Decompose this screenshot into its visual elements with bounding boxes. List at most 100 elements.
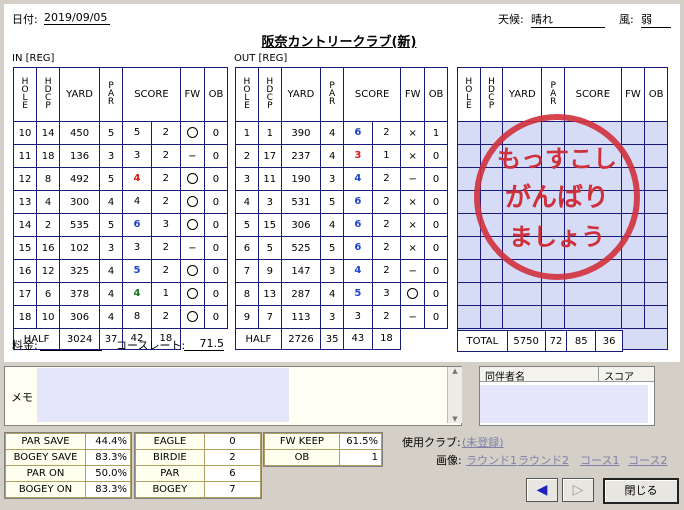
score-cell[interactable]: 42 [122, 167, 181, 191]
hole-par: 5 [320, 190, 345, 214]
score-cell[interactable]: 62 [343, 213, 402, 237]
companion-score-header[interactable]: スコア [604, 368, 634, 383]
hole-number: 12 [12, 167, 38, 191]
hole-row[interactable]: 13 4 300 4 4 2 0 [12, 190, 229, 214]
next-button[interactable]: ▷ [562, 478, 594, 502]
hole-row[interactable]: 11 18 136 3 3 2−0 [12, 144, 229, 168]
empty-cell [644, 121, 668, 145]
score-cell[interactable]: 41 [122, 282, 181, 306]
hole-yard: 525 [280, 236, 322, 260]
prev-button[interactable]: ◀ [526, 478, 558, 502]
stat-label: PAR ON [5, 465, 86, 482]
stat-label: BOGEY SAVE [5, 449, 86, 466]
score-cell[interactable]: 42 [122, 190, 181, 214]
companion-list[interactable]: 同伴者名 スコア [479, 366, 655, 426]
out-score-table: HOLE HDCP YARD PAR SCORE FW OB 1 1 390 4 6 2 ×… [235, 67, 448, 350]
hole-par: 4 [99, 190, 124, 214]
memo-scrollbar[interactable]: ▲ ▼ [447, 367, 462, 423]
score-cell[interactable]: 62 [343, 236, 402, 260]
circle-icon [186, 196, 198, 208]
col-fw: FW [400, 67, 426, 122]
fairway-mark [179, 190, 205, 214]
hole-row[interactable]: 4 3 531 5 6 2 × 0 [235, 190, 448, 214]
hole-putts: 2 [162, 311, 170, 322]
total-table: TOTAL 5750 72 85 36 [457, 330, 623, 352]
hole-row[interactable]: 9 7 113 3 3 2−0 [235, 305, 448, 329]
score-cell[interactable]: 52 [122, 259, 181, 283]
hole-row[interactable]: 18 10 306 4 8 2 0 [12, 305, 229, 329]
half-blank [400, 328, 448, 350]
hole-yard: 300 [59, 190, 101, 214]
score-cell[interactable]: 63 [122, 213, 181, 237]
hole-row[interactable]: 8 13 287 4 5 3 0 [235, 282, 448, 306]
hole-hdcp: 8 [36, 167, 61, 191]
hole-ob: 0 [203, 167, 229, 191]
stat-row: PAR 6 [135, 465, 262, 482]
memo-input[interactable] [37, 368, 289, 422]
col-ob: OB [203, 67, 229, 122]
fairway-mark [179, 282, 205, 306]
stat-value: 1 [338, 449, 383, 466]
score-cell[interactable]: 42 [343, 259, 402, 283]
fairway-mark [179, 213, 205, 237]
hole-row[interactable]: 17 6 378 4 4 1 0 [12, 282, 229, 306]
circle-icon [186, 173, 198, 185]
hole-par: 4 [99, 305, 124, 329]
image-link-round1[interactable]: ラウンド1 [466, 452, 517, 468]
hole-par: 3 [320, 259, 345, 283]
empty-hole-row [457, 282, 668, 306]
hole-putts: 2 [383, 219, 390, 230]
hole-row[interactable]: 6 5 525 5 6 2 × 0 [235, 236, 448, 260]
scroll-up-icon[interactable]: ▲ [448, 367, 462, 375]
stat-row: PAR ON 50.0% [5, 465, 131, 482]
hole-row[interactable]: 5 15 306 4 6 2 × 0 [235, 213, 448, 237]
hole-par: 4 [320, 282, 345, 306]
score-cell[interactable]: 31 [343, 144, 402, 168]
hole-row[interactable]: 3 11 190 3 4 2−0 [235, 167, 448, 191]
hole-hdcp: 3 [257, 190, 282, 214]
companion-name-header[interactable]: 同伴者名 [485, 368, 525, 383]
hole-row[interactable]: 10 14 450 5 5 2 0 [12, 121, 229, 145]
hole-row[interactable]: 12 8 492 5 4 2 0 [12, 167, 229, 191]
hole-par: 3 [99, 144, 124, 168]
weather-value: 晴れ [531, 11, 605, 28]
hole-strokes: 3 [344, 306, 373, 328]
hole-hdcp: 9 [257, 259, 282, 283]
score-cell[interactable]: 42 [343, 167, 402, 191]
fee-label: 料金: [12, 339, 38, 352]
score-cell[interactable]: 32 [122, 236, 181, 260]
hole-hdcp: 16 [36, 236, 61, 260]
hole-row[interactable]: 14 2 535 5 6 3 0 [12, 213, 229, 237]
total-yard: 5750 [506, 330, 546, 352]
hole-ob: 0 [203, 121, 229, 145]
score-cell[interactable]: 82 [122, 305, 181, 329]
score-cell[interactable]: 32 [343, 305, 402, 329]
close-button[interactable]: 閉じる [603, 478, 679, 504]
hole-strokes: 6 [344, 122, 373, 144]
col-hole: HOLE [235, 67, 259, 122]
club-link[interactable]: (未登録) [462, 434, 504, 450]
hole-ob: 0 [424, 167, 448, 191]
hole-par: 4 [320, 213, 345, 237]
hole-number: 11 [12, 144, 38, 168]
hole-putts: 2 [162, 196, 170, 207]
hole-yard: 113 [280, 305, 322, 329]
hole-row[interactable]: 15 16 102 3 3 2−0 [12, 236, 229, 260]
image-link-round2[interactable]: ラウンド2 [518, 452, 569, 468]
image-label: 画像: [436, 454, 462, 467]
score-cell[interactable]: 32 [122, 144, 181, 168]
image-link-course2[interactable]: コース2 [628, 452, 667, 468]
image-link-course1[interactable]: コース1 [580, 452, 619, 468]
score-cell[interactable]: 62 [343, 121, 402, 145]
hole-row[interactable]: 7 9 147 3 4 2−0 [235, 259, 448, 283]
stat-label: PAR [135, 465, 205, 482]
scroll-down-icon[interactable]: ▼ [448, 415, 462, 423]
hole-row[interactable]: 2 17 237 4 3 1 × 0 [235, 144, 448, 168]
hole-row[interactable]: 16 12 325 4 5 2 0 [12, 259, 229, 283]
score-cell[interactable]: 53 [343, 282, 402, 306]
score-cell[interactable]: 52 [122, 121, 181, 145]
score-cell[interactable]: 62 [343, 190, 402, 214]
hole-row[interactable]: 1 1 390 4 6 2 × 1 [235, 121, 448, 145]
hole-ob: 0 [424, 236, 448, 260]
hole-putts: 2 [383, 242, 390, 253]
